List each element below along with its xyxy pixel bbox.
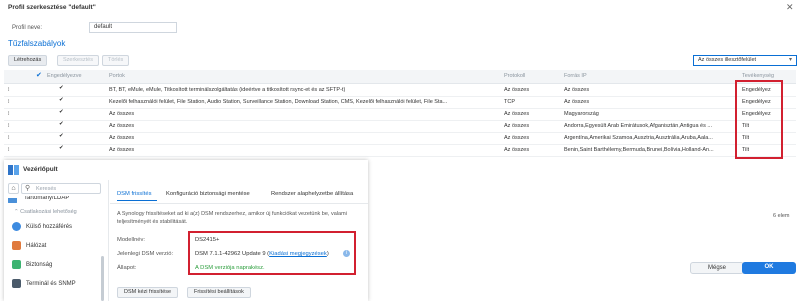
row-protocol: Az összes bbox=[504, 87, 530, 93]
sidebar-item-label: Biztonság bbox=[26, 262, 53, 269]
row-protocol: Az összes bbox=[504, 111, 530, 117]
row-source: Magyarország bbox=[564, 111, 599, 117]
row-source: Az összes bbox=[564, 87, 590, 93]
profile-name-label: Profil neve: bbox=[12, 25, 43, 31]
row-protocol: Az összes bbox=[504, 135, 530, 141]
header-protocol[interactable]: Protokoll bbox=[504, 73, 525, 79]
interface-filter-value: Az összes illesztőfelület bbox=[698, 57, 757, 63]
control-panel-title: Vezérlőpult bbox=[23, 166, 58, 173]
terminal-icon bbox=[12, 279, 21, 288]
search-input[interactable]: ⚲ Keresés bbox=[21, 183, 101, 194]
drag-handle-icon[interactable]: ⁞ bbox=[8, 135, 10, 141]
header-enabled[interactable]: Engedélyezve bbox=[47, 73, 82, 79]
item-count: 6 elem bbox=[773, 213, 790, 219]
row-ports: Az összes bbox=[109, 147, 135, 153]
sidebar-item-terminal-snmp[interactable]: Terminál és SNMP bbox=[12, 279, 76, 288]
close-icon[interactable]: ✕ bbox=[786, 2, 794, 13]
shield-icon bbox=[12, 260, 21, 269]
tab-config-backup[interactable]: Konfiguráció biztonsági mentése bbox=[166, 191, 250, 197]
sidebar-item-label: Hálózat bbox=[26, 243, 47, 250]
manual-update-button[interactable]: DSM kézi frissítése bbox=[117, 287, 179, 298]
tab-dsm-update[interactable]: DSM frissítés bbox=[117, 191, 151, 197]
update-settings-button[interactable]: Frissítési beállítások bbox=[187, 287, 251, 298]
highlight-box-dsm-info bbox=[188, 231, 356, 275]
enabled-check-icon[interactable]: ✔ bbox=[59, 121, 64, 127]
drag-handle-icon[interactable]: ⁞ bbox=[8, 147, 10, 153]
highlight-box-actions bbox=[735, 80, 783, 159]
divider bbox=[108, 180, 109, 301]
header-ports[interactable]: Portok bbox=[109, 73, 125, 79]
cancel-button[interactable]: Mégse bbox=[690, 262, 744, 274]
enabled-check-icon[interactable]: ✔ bbox=[59, 145, 64, 151]
row-protocol: Az összes bbox=[504, 147, 530, 153]
status-label: Állapot: bbox=[117, 265, 137, 271]
chevron-down-icon: ▾ bbox=[788, 57, 792, 63]
update-description-2: teljesítményét és stabilitását. bbox=[117, 219, 188, 225]
dialog-titlebar: Profil szerkesztése "default" ✕ bbox=[0, 0, 800, 15]
drag-handle-icon[interactable]: ⁞ bbox=[8, 87, 10, 93]
drag-handle-icon[interactable]: ⁞ bbox=[8, 111, 10, 117]
dialog-title: Profil szerkesztése "default" bbox=[8, 4, 96, 11]
house-icon bbox=[12, 241, 21, 250]
sidebar-item-domain-ldap[interactable]: Tartomány/LDAP bbox=[24, 196, 69, 202]
sidebar-item-label: Terminál és SNMP bbox=[26, 281, 76, 288]
sidebar-group-connectivity[interactable]: ⌃ Csatlakozási lehetőség bbox=[14, 209, 77, 215]
row-protocol: TCP bbox=[504, 99, 515, 105]
row-protocol: Az összes bbox=[504, 123, 530, 129]
search-icon: ⚲ bbox=[25, 185, 31, 192]
directory-icon bbox=[8, 198, 18, 203]
profile-name-input[interactable]: default bbox=[89, 22, 177, 33]
globe-icon bbox=[12, 222, 21, 231]
header-source-ip[interactable]: Forrás IP bbox=[564, 73, 587, 79]
row-source: Argentína,Amerikai Szamoa,Ausztria,Auszt… bbox=[564, 135, 713, 141]
control-panel-logo-icon bbox=[8, 165, 19, 177]
edit-button[interactable]: Szerkesztés bbox=[57, 55, 99, 66]
sidebar-item-external-access[interactable]: Külső hozzáférés bbox=[12, 222, 72, 231]
tab-underline bbox=[117, 200, 157, 201]
sidebar-item-network[interactable]: Hálózat bbox=[12, 241, 46, 250]
sidebar-item-label: Külső hozzáférés bbox=[26, 224, 73, 231]
row-source: Benin,Saint Barthélemy,Bermuda,Brunei,Bo… bbox=[564, 147, 714, 153]
row-source: Andorra,Egyesült Arab Emirátusok,Afganis… bbox=[564, 123, 712, 129]
search-placeholder: Keresés bbox=[36, 186, 57, 192]
row-ports: Az összes bbox=[109, 135, 135, 141]
chevron-up-icon: ⌃ bbox=[14, 209, 19, 215]
tab-system-reset[interactable]: Rendszer alaphelyzetbe állítása bbox=[271, 191, 353, 197]
firewall-rules-title: Tűzfalszabályok bbox=[8, 39, 66, 48]
table-row[interactable]: ⁞ ✔ Az összes Az összes Benin,Saint Bart… bbox=[4, 144, 796, 157]
row-source: Az összes bbox=[564, 99, 590, 105]
model-label: Modellnév: bbox=[117, 237, 146, 243]
sidebar-item-security[interactable]: Biztonság bbox=[12, 260, 52, 269]
update-description: A Synology frissítéseket ad ki a(z) DSM … bbox=[117, 211, 347, 217]
drag-handle-icon[interactable]: ⁞ bbox=[8, 123, 10, 129]
enabled-check-icon[interactable]: ✔ bbox=[59, 85, 64, 91]
ok-button[interactable]: OK bbox=[742, 262, 796, 274]
table-header: ✔ Engedélyezve Portok Protokoll Forrás I… bbox=[4, 70, 796, 84]
sidebar-group-label: Csatlakozási lehetőség bbox=[20, 209, 77, 215]
row-ports: Kezelői felhasználói felület, File Stati… bbox=[109, 99, 448, 105]
select-all-check-icon[interactable]: ✔ bbox=[36, 71, 42, 79]
drag-handle-icon[interactable]: ⁞ bbox=[8, 99, 10, 105]
version-label: Jelenlegi DSM verzió: bbox=[117, 251, 174, 257]
row-ports: Az összes bbox=[109, 123, 135, 129]
header-action[interactable]: Tevékenység bbox=[742, 73, 774, 79]
row-ports: BT, BT, eMule, eMule, Titkosított termin… bbox=[109, 87, 346, 93]
delete-button[interactable]: Törlés bbox=[102, 55, 130, 66]
sidebar-scrollbar[interactable] bbox=[101, 256, 104, 301]
home-icon[interactable]: ⌂ bbox=[8, 183, 19, 194]
enabled-check-icon[interactable]: ✔ bbox=[59, 97, 64, 103]
interface-filter-select[interactable]: Az összes illesztőfelület ▾ bbox=[693, 55, 797, 66]
enabled-check-icon[interactable]: ✔ bbox=[59, 109, 64, 115]
enabled-check-icon[interactable]: ✔ bbox=[59, 133, 64, 139]
create-button[interactable]: Létrehozás bbox=[8, 55, 48, 66]
tabs-divider bbox=[110, 203, 368, 204]
row-ports: Az összes bbox=[109, 111, 135, 117]
